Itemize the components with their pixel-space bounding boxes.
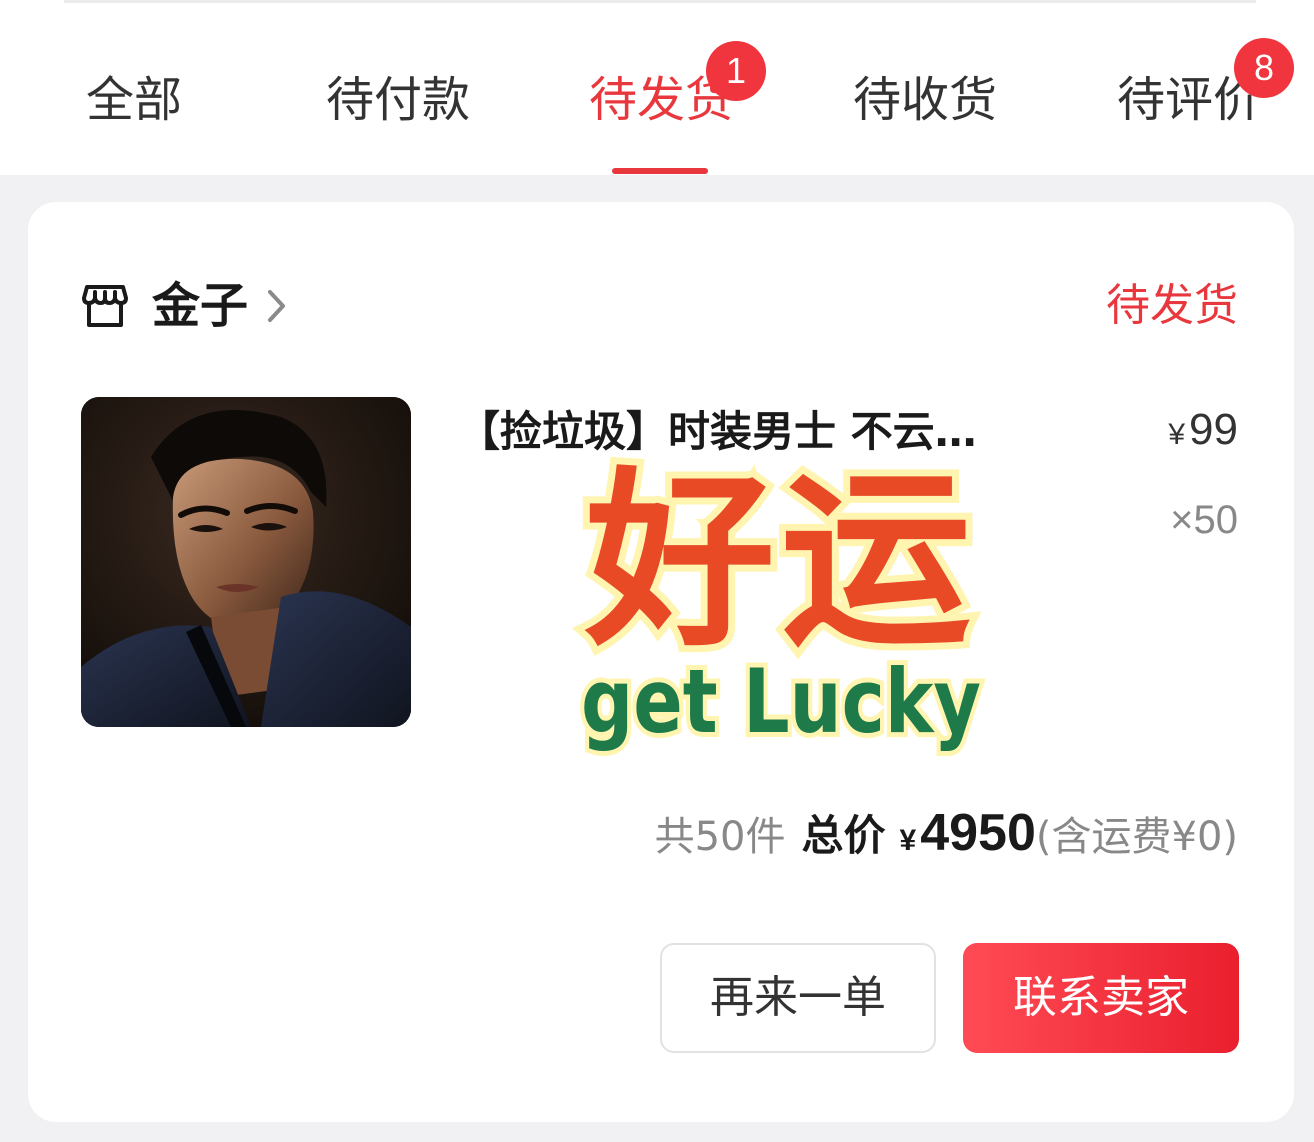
contact-seller-button[interactable]: 联系卖家 <box>963 943 1239 1053</box>
total-amount: 4950 <box>920 804 1036 862</box>
order-tab-bar: 全部 待付款 待发货 1 待收货 待评价 8 <box>0 0 1314 175</box>
tab-pending-receipt[interactable]: 待收货 <box>853 68 997 132</box>
shipping-note: (含运费¥0) <box>1035 814 1238 860</box>
quantity: ×50 <box>1170 498 1238 542</box>
currency-symbol: ¥ <box>899 824 917 857</box>
order-status: 待发货 <box>1106 280 1238 331</box>
tab-badge: 1 <box>706 41 766 101</box>
tab-pending-payment[interactable]: 待付款 <box>326 68 470 132</box>
portrait-photo <box>81 397 411 727</box>
tab-all[interactable]: 全部 <box>86 68 182 132</box>
product-image[interactable] <box>81 397 411 727</box>
divider <box>64 0 1256 3</box>
svg-text:好运: 好运 <box>584 451 977 672</box>
order-summary: 共50件 总价 ¥ 4950 (含运费¥0) <box>655 802 1238 862</box>
total-label: 总价 <box>801 811 886 860</box>
svg-text:get Lucky: get Lucky <box>581 650 981 753</box>
active-tab-indicator <box>612 168 708 174</box>
item-count: 共50件 <box>654 814 786 860</box>
price-value: 99 <box>1189 405 1238 454</box>
order-card: 金子 待发货 【捡垃圾】时装男士 不云… ¥99 ×50 好运 get Luck… <box>28 202 1294 1122</box>
tab-badge: 8 <box>1234 38 1294 98</box>
unit-price: ¥99 <box>1168 400 1238 465</box>
reorder-button[interactable]: 再来一单 <box>660 943 936 1053</box>
store-icon <box>82 285 128 327</box>
shop-link[interactable]: 金子 <box>80 276 288 336</box>
shop-name: 金子 <box>152 278 249 334</box>
chevron-right-icon <box>268 290 286 322</box>
currency-symbol: ¥ <box>1168 418 1186 451</box>
good-luck-sticker: 好运 get Lucky <box>576 444 986 758</box>
